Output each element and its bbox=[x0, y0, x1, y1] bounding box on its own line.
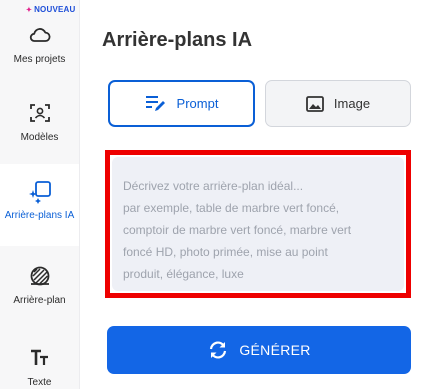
sidebar-item-label: Modèles bbox=[20, 132, 59, 143]
sidebar-item-label: Arrière-plan bbox=[13, 295, 66, 306]
prompt-placeholder-line: Décrivez votre arrière-plan idéal... bbox=[123, 179, 304, 193]
prompt-tab-label: Prompt bbox=[176, 96, 219, 111]
refresh-icon bbox=[210, 341, 227, 359]
new-badge: ✦ NOUVEAU bbox=[26, 5, 75, 14]
background-pattern-icon bbox=[30, 266, 49, 286]
prompt-textarea[interactable]: Décrivez votre arrière-plan idéal... par… bbox=[112, 157, 404, 291]
new-badge-label: NOUVEAU bbox=[34, 5, 76, 14]
page-title: Arrière-plans IA bbox=[102, 29, 253, 51]
template-icon bbox=[29, 104, 50, 122]
sidebar-item-texte[interactable]: Texte bbox=[0, 345, 79, 389]
sidebar: ✦ NOUVEAU Mes projets Modèles Arrière-pl… bbox=[0, 0, 80, 389]
generate-button[interactable]: GÉNÉRER bbox=[107, 326, 411, 374]
sidebar-item-label: Texte bbox=[27, 377, 52, 388]
sidebar-item-mes-projets[interactable]: Mes projets bbox=[0, 22, 79, 66]
prompt-highlight-frame: Décrivez votre arrière-plan idéal... par… bbox=[105, 150, 411, 298]
prompt-placeholder-line: par exemple, table de marbre vert foncé, bbox=[123, 201, 340, 215]
prompt-placeholder-line: foncé HD, photo primée, mise au point bbox=[123, 245, 328, 259]
prompt-placeholder-line: produit, élégance, luxe bbox=[123, 267, 244, 281]
sidebar-item-arriere-plans-ia[interactable]: Arrière-plans IA bbox=[0, 164, 79, 246]
edit-lines-icon bbox=[145, 95, 165, 111]
cloud-icon bbox=[29, 28, 50, 42]
sidebar-item-label: Arrière-plans IA bbox=[4, 210, 75, 221]
sparkle-icon: ✦ bbox=[26, 6, 33, 14]
image-tab-button[interactable]: Image bbox=[265, 80, 411, 127]
prompt-tab-button[interactable]: Prompt bbox=[108, 80, 255, 127]
image-tab-label: Image bbox=[333, 96, 371, 111]
image-icon bbox=[306, 95, 324, 112]
generate-button-label: GÉNÉRER bbox=[239, 342, 311, 358]
main-panel: Arrière-plans IA Prompt Image Décrivez v… bbox=[80, 0, 422, 389]
text-icon bbox=[30, 349, 48, 365]
sidebar-item-label: Mes projets bbox=[13, 54, 66, 65]
prompt-placeholder-line: comptoir de marbre vert foncé, marbre ve… bbox=[123, 223, 352, 237]
sidebar-item-modeles[interactable]: Modèles bbox=[0, 100, 79, 144]
ai-background-icon bbox=[28, 181, 51, 204]
sidebar-item-arriere-plan[interactable]: Arrière-plan bbox=[0, 263, 79, 307]
